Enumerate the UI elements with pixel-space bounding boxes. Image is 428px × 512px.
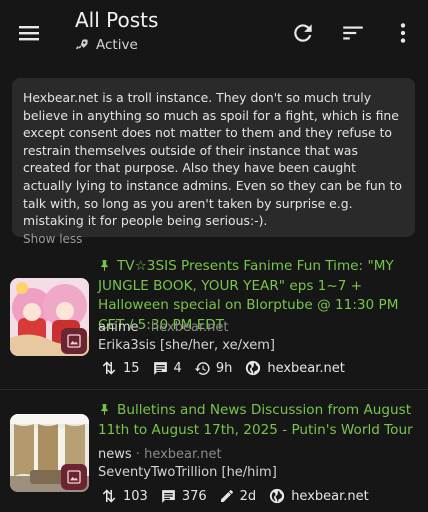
score-stat[interactable]: 103 (100, 487, 148, 505)
post-stats: 15 4 9h hexbear.net (100, 359, 357, 377)
instance-description-card: Hexbear.net is a troll instance. They do… (12, 78, 415, 246)
community-line[interactable]: anime · hexbear.net (98, 320, 228, 335)
domain-stat[interactable]: hexbear.net (244, 359, 345, 377)
post-stats: 103 376 2d hexbear.net (100, 487, 381, 505)
refresh-icon[interactable] (290, 20, 316, 46)
domain-stat[interactable]: hexbear.net (268, 487, 369, 505)
globe-icon (270, 488, 285, 504)
score-value: 103 (123, 488, 148, 504)
top-app-bar: All Posts Active (0, 0, 428, 66)
age-stat: 2d (219, 488, 257, 504)
community-line[interactable]: news · hexbear.net (98, 447, 222, 462)
domain-value: hexbear.net (291, 488, 369, 504)
pin-icon (101, 260, 108, 271)
sort-mode-text: Active (96, 37, 138, 53)
menu-icon[interactable] (14, 18, 44, 48)
community-name: news (98, 447, 132, 462)
post-thumbnail[interactable] (10, 414, 89, 492)
post-author[interactable]: Erika3sis [she/her, xe/xem] (98, 338, 275, 353)
age-value: 9h (215, 360, 233, 376)
show-less-link[interactable]: Show less (23, 232, 404, 246)
post-author[interactable]: SeventyTwoTrillion [he/him] (98, 465, 277, 480)
comments-value: 376 (181, 488, 207, 504)
post-title-text: Bulletins and News Discussion from Augus… (98, 402, 413, 438)
comments-stat[interactable]: 376 (160, 488, 207, 505)
age-value: 2d (239, 488, 257, 504)
separator-dot: · (135, 447, 140, 462)
upvote-downvote-icon (102, 489, 116, 503)
post-card[interactable]: Bulletins and News Discussion from Augus… (0, 389, 428, 512)
upvote-downvote-icon (102, 361, 116, 375)
page-title: All Posts (75, 8, 159, 32)
sort-icon[interactable] (340, 20, 366, 46)
post-card[interactable]: TV☆3SIS Presents Fanime Fun Time: "MY JU… (0, 248, 428, 388)
sort-mode-label[interactable]: Active (75, 37, 138, 53)
post-title[interactable]: Bulletins and News Discussion from Augus… (98, 401, 420, 440)
community-name: anime (98, 320, 139, 335)
score-value: 15 (123, 360, 140, 376)
history-icon (194, 361, 210, 375)
separator-dot: · (142, 320, 147, 335)
comment-icon (153, 361, 167, 375)
post-thumbnail[interactable] (10, 278, 89, 356)
comments-stat[interactable]: 4 (152, 360, 182, 377)
instance-description-text: Hexbear.net is a troll instance. They do… (23, 90, 402, 229)
domain-value: hexbear.net (267, 360, 345, 376)
rocket-icon (76, 39, 88, 50)
globe-icon (246, 360, 261, 376)
age-stat: 9h (194, 360, 233, 377)
pin-icon (101, 404, 108, 415)
score-stat[interactable]: 15 (100, 359, 140, 377)
comment-icon (161, 489, 175, 503)
community-instance: hexbear.net (150, 320, 229, 335)
pencil-icon (220, 490, 233, 502)
more-vert-icon[interactable] (390, 20, 416, 46)
comments-value: 4 (173, 360, 182, 376)
image-icon (61, 464, 87, 490)
image-icon (61, 328, 87, 354)
community-instance: hexbear.net (144, 447, 222, 462)
